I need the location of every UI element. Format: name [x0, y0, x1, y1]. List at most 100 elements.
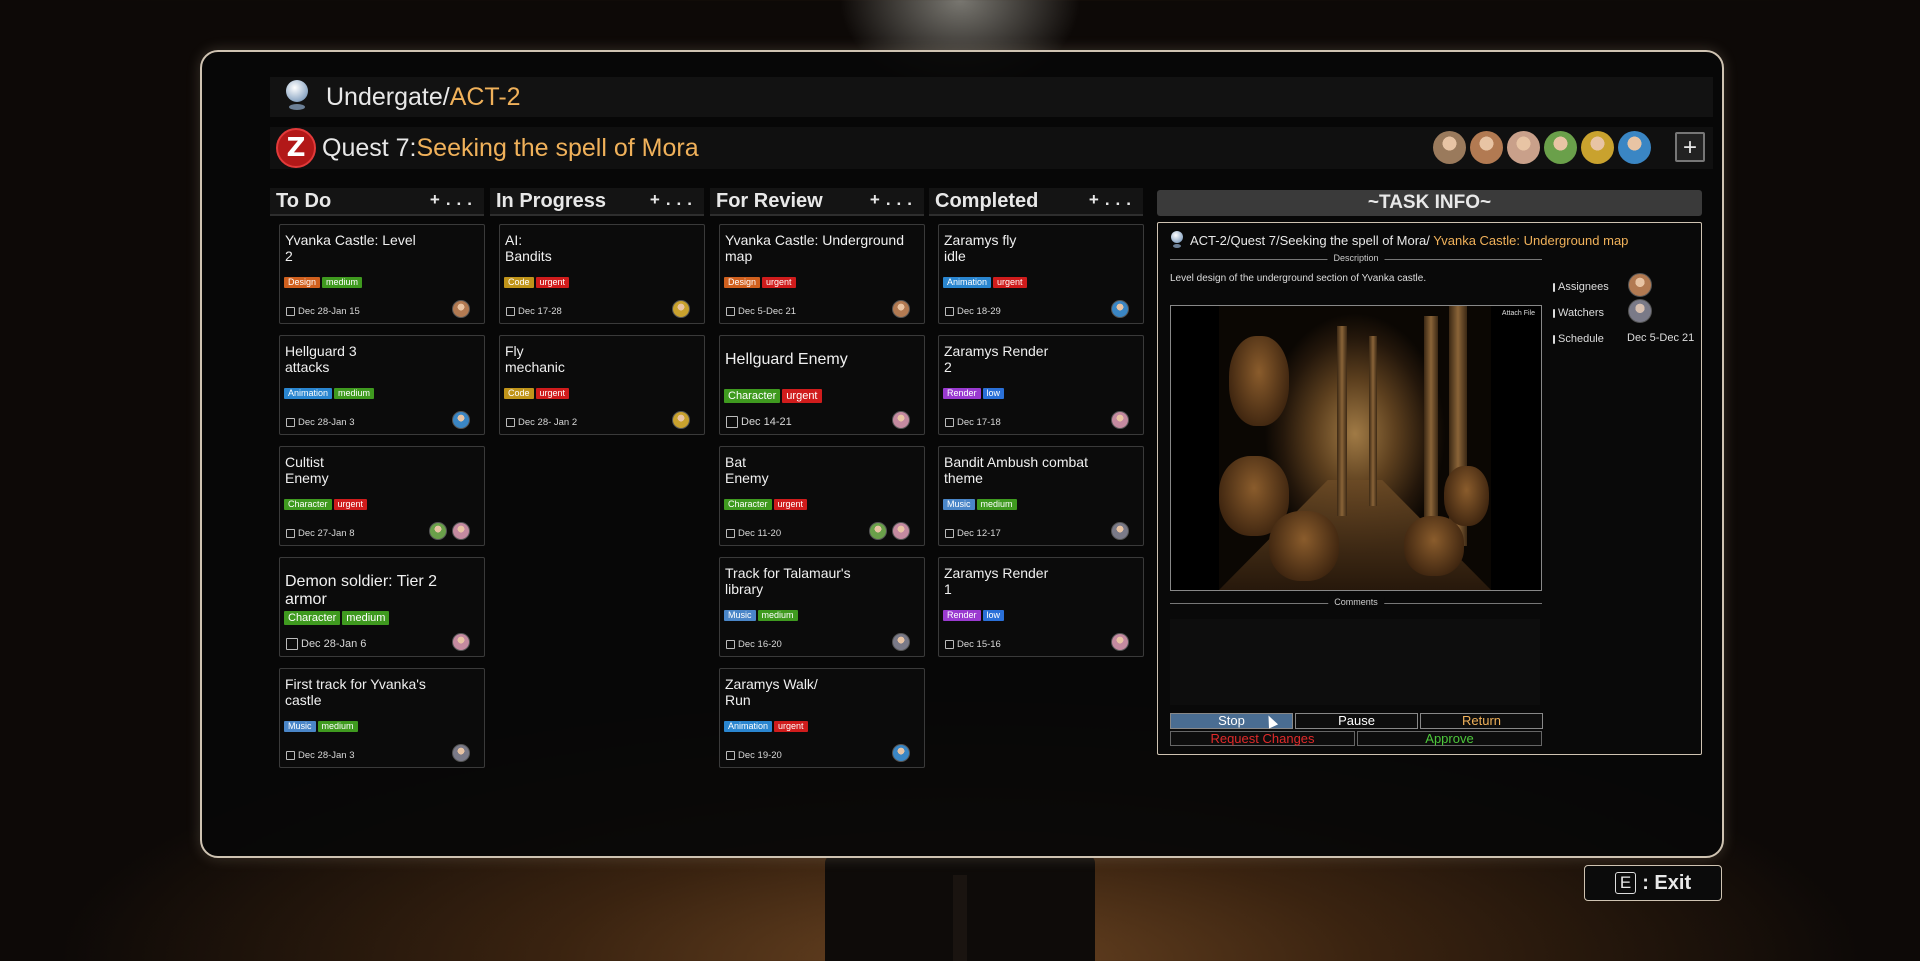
calendar-icon [506, 418, 515, 427]
card-date: Dec 28-Jan 3 [286, 417, 355, 428]
card-date-text: Dec 28-Jan 3 [298, 750, 355, 761]
assignee-avatar[interactable] [892, 522, 910, 540]
assignee-avatar[interactable] [672, 300, 690, 318]
card-tags: Music medium [284, 721, 358, 732]
task-card[interactable]: Zaramys Render 2 Render low Dec 17-18 [938, 335, 1144, 435]
assignee-avatar[interactable] [672, 411, 690, 429]
task-card[interactable]: AI: Bandits Code urgent Dec 17-28 [499, 224, 705, 324]
request-changes-button[interactable]: Request Changes [1170, 731, 1355, 746]
card-tag: medium [334, 388, 375, 399]
team-member-avatar[interactable] [1581, 131, 1614, 164]
quest-bar: Z Quest 7:Seeking the spell of Mora + [270, 127, 1713, 169]
card-date: Dec 14-21 [726, 416, 792, 428]
card-tag: Character [724, 499, 772, 510]
assignee-avatar[interactable] [892, 744, 910, 762]
breadcrumb-act[interactable]: ACT-2 [450, 83, 521, 111]
add-card-button[interactable]: + [650, 190, 666, 209]
assignee-avatar[interactable] [1111, 300, 1129, 318]
approve-button[interactable]: Approve [1357, 731, 1542, 746]
task-card[interactable]: Yvanka Castle: Level 2 Design medium Dec 28… [279, 224, 485, 324]
assignee-avatar[interactable] [1628, 273, 1652, 297]
card-tags: Animation urgent [724, 721, 808, 732]
card-tags: Code urgent [504, 388, 570, 399]
task-card[interactable]: Zaramys Render 1 Render low Dec 15-16 [938, 557, 1144, 657]
attach-file-button[interactable]: Attach File [1502, 310, 1535, 317]
add-member-button[interactable]: + [1675, 132, 1705, 162]
watcher-avatar[interactable] [1628, 299, 1652, 323]
pin-icon [1170, 231, 1184, 249]
task-card[interactable]: Cultist Enemy Character urgent Dec 27-Jan 8 [279, 446, 485, 546]
assignee-avatar[interactable] [892, 633, 910, 651]
card-avatars [892, 300, 910, 318]
card-date-text: Dec 28-Jan 6 [301, 638, 367, 650]
card-tag: medium [757, 610, 798, 621]
task-path-name: Yvanka Castle: Underground map [1429, 232, 1629, 248]
task-card[interactable]: Yvanka Castle: Underground map Design urge… [719, 224, 925, 324]
card-tag: urgent [773, 499, 808, 510]
team-member-avatar[interactable] [1544, 131, 1577, 164]
card-date-text: Dec 16-20 [738, 639, 782, 650]
task-card[interactable]: Zaramys fly idle Animation urgent Dec 18-29 [938, 224, 1144, 324]
description-label: Description [1327, 253, 1385, 263]
task-card[interactable]: Demon soldier: Tier 2 armor Character medi… [279, 557, 485, 657]
column-more-button[interactable]: ... [886, 190, 918, 209]
card-date-text: Dec 18-29 [957, 306, 1001, 317]
calendar-icon [726, 307, 735, 316]
exit-button[interactable]: E : Exit [1584, 865, 1722, 901]
task-card[interactable]: First track for Yvanka's castle Music medi… [279, 668, 485, 768]
comments-area[interactable] [1170, 619, 1540, 705]
task-path-prefix[interactable]: ACT-2/Quest 7/Seeking the spell of Mora/ [1190, 233, 1430, 248]
assignee-avatar[interactable] [892, 411, 910, 429]
task-image[interactable]: Attach File [1170, 305, 1542, 591]
team-member-avatar[interactable] [1618, 131, 1651, 164]
add-card-button[interactable]: + [1089, 190, 1105, 209]
assignee-avatar[interactable] [452, 300, 470, 318]
card-title: Yvanka Castle: Level 2 [285, 232, 416, 264]
column-more-button[interactable]: ... [446, 190, 478, 209]
assignee-avatar[interactable] [892, 300, 910, 318]
column-more-button[interactable]: ... [1105, 190, 1137, 209]
team-member-avatar[interactable] [1470, 131, 1503, 164]
return-button[interactable]: Return [1420, 713, 1543, 729]
breadcrumb-project[interactable]: Undergate/ [326, 83, 450, 111]
column-more-button[interactable]: ... [666, 190, 698, 209]
card-title: Fly mechanic [505, 343, 565, 375]
task-card[interactable]: Fly mechanic Code urgent Dec 28- Jan 2 [499, 335, 705, 435]
assignee-avatar[interactable] [452, 744, 470, 762]
task-card[interactable]: Track for Talamaur's library Music medium D… [719, 557, 925, 657]
schedule-value[interactable]: Dec 5-Dec 21 [1627, 332, 1694, 344]
card-tags: Animation medium [284, 388, 375, 399]
assignee-avatar[interactable] [869, 522, 887, 540]
assignee-avatar[interactable] [1111, 633, 1129, 651]
team-member-avatar[interactable] [1507, 131, 1540, 164]
card-tag: medium [342, 611, 390, 625]
card-date-text: Dec 12-17 [957, 528, 1001, 539]
task-card[interactable]: Hellguard 3 attacks Animation medium Dec 28… [279, 335, 485, 435]
add-card-button[interactable]: + [870, 190, 886, 209]
task-card[interactable]: Zaramys Walk/ Run Animation urgent Dec 19-2… [719, 668, 925, 768]
card-title: AI: Bandits [505, 232, 552, 264]
breadcrumb[interactable]: Undergate/ACT-2 [326, 83, 521, 112]
card-tag: Character [284, 499, 332, 510]
task-card[interactable]: Hellguard Enemy Character urgent Dec 14-21 [719, 335, 925, 435]
task-card[interactable]: Bat Enemy Character urgent Dec 11-20 [719, 446, 925, 546]
assignee-avatar[interactable] [452, 633, 470, 651]
column-title: For Review [716, 190, 823, 212]
card-title: Zaramys Render 1 [944, 565, 1049, 597]
quest-title: Quest 7:Seeking the spell of Mora [322, 134, 699, 163]
assignee-avatar[interactable] [1111, 522, 1129, 540]
comments-label: Comments [1328, 597, 1384, 607]
calendar-icon [945, 640, 954, 649]
quest-logo-icon: Z [276, 128, 316, 168]
task-card[interactable]: Bandit Ambush combat theme Music medium Dec… [938, 446, 1144, 546]
add-card-button[interactable]: + [430, 190, 446, 209]
assignee-avatar[interactable] [452, 522, 470, 540]
pause-button[interactable]: Pause [1295, 713, 1418, 729]
assignee-avatar[interactable] [429, 522, 447, 540]
card-title: Zaramys Render 2 [944, 343, 1049, 375]
card-title: Zaramys fly idle [944, 232, 1017, 264]
assignee-avatar[interactable] [452, 411, 470, 429]
team-member-avatar[interactable] [1433, 131, 1466, 164]
card-tags: Character urgent [284, 499, 368, 510]
assignee-avatar[interactable] [1111, 411, 1129, 429]
